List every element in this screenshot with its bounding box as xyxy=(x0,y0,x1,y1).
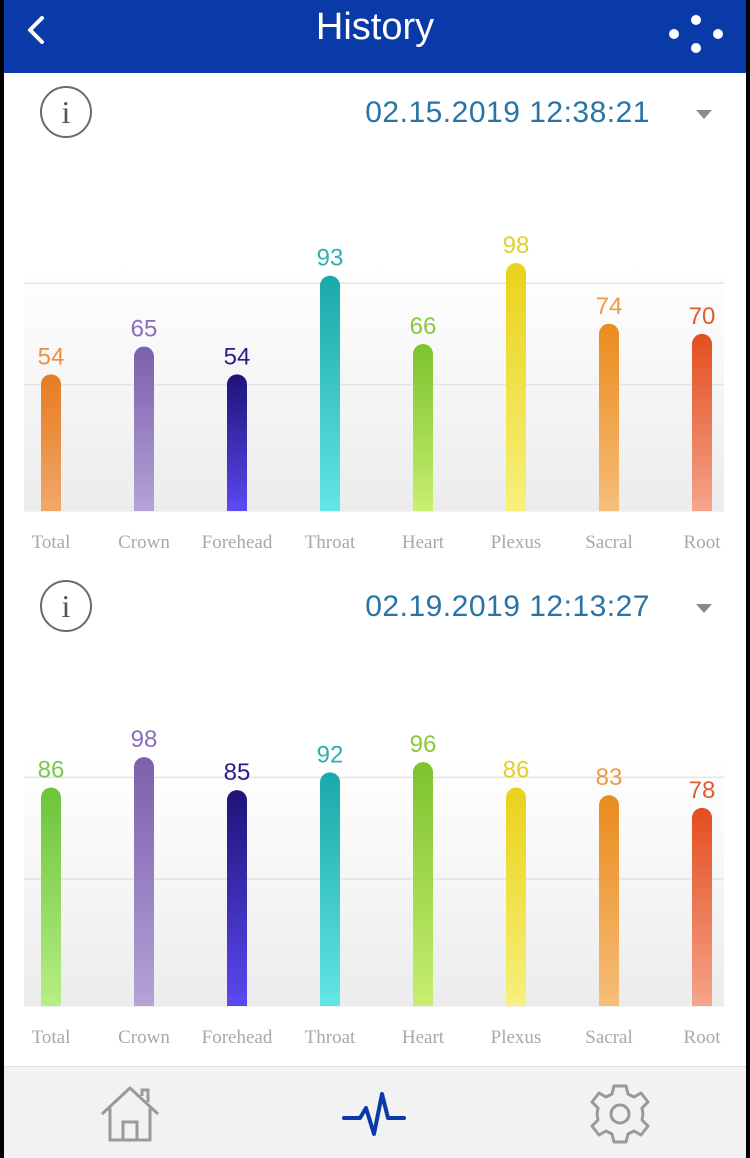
history-screen: History 54 Total 65 Crown 54 Forehead 93 Throat… xyxy=(4,0,746,1158)
category-label: Sacral xyxy=(585,532,632,553)
value-label: 85 xyxy=(224,759,251,786)
category-label: Root xyxy=(684,1027,722,1048)
category-label: Throat xyxy=(305,532,356,553)
bar-heart xyxy=(413,762,433,1006)
value-label: 96 xyxy=(410,731,437,758)
bar-base xyxy=(506,501,526,511)
dots-menu-icon xyxy=(669,15,723,53)
category-label: Heart xyxy=(402,532,445,553)
category-label: Total xyxy=(32,1027,71,1048)
value-label: 54 xyxy=(224,343,251,370)
category-label: Root xyxy=(684,532,722,553)
value-label: 98 xyxy=(131,726,158,753)
info-button[interactable]: i xyxy=(40,86,92,138)
value-label: 83 xyxy=(596,764,623,791)
history-entry: 86 Total 98 Crown 85 Forehead 92 Throat 96 Heart 8… xyxy=(4,572,746,1062)
value-label: 74 xyxy=(596,293,623,320)
bar-crown xyxy=(134,757,154,1006)
info-button[interactable]: i xyxy=(40,580,92,632)
bottom-nav xyxy=(4,1066,746,1158)
nav-history[interactable] xyxy=(338,1079,410,1149)
bar-base xyxy=(413,501,433,511)
bar-base xyxy=(320,501,340,511)
pulse-icon xyxy=(342,1092,406,1136)
value-label: 92 xyxy=(317,741,344,768)
bar-base xyxy=(692,501,712,511)
date-value: 02.15.2019 12:38:21 xyxy=(365,96,650,129)
value-label: 65 xyxy=(131,316,158,343)
chakra-bar-chart: 86 Total 98 Crown 85 Forehead 92 Throat 96 Heart 8… xyxy=(4,572,746,1057)
bar-throat xyxy=(320,275,340,511)
value-label: 86 xyxy=(38,757,65,784)
bar-forehead xyxy=(227,790,247,1006)
bar-total xyxy=(41,787,61,1006)
bar-root xyxy=(692,807,712,1006)
category-label: Crown xyxy=(118,1027,170,1048)
bar-crown xyxy=(134,346,154,511)
bar-total xyxy=(41,374,61,511)
chakra-bar-chart: 54 Total 65 Crown 54 Forehead 93 Throat 66 Heart 9… xyxy=(4,78,746,563)
bar-base xyxy=(413,996,433,1006)
bar-throat xyxy=(320,772,340,1006)
value-label: 70 xyxy=(689,303,716,330)
bar-forehead xyxy=(227,374,247,511)
date-dropdown[interactable]: 02.15.2019 12:38:21 xyxy=(346,90,726,134)
chart-svg: 86 Total 98 Crown 85 Forehead 92 Throat 96 Heart 8… xyxy=(24,726,724,1048)
nav-home[interactable] xyxy=(94,1079,166,1149)
value-label: 86 xyxy=(503,757,530,784)
bar-base xyxy=(227,996,247,1006)
bar-base xyxy=(134,996,154,1006)
bar-plexus xyxy=(506,787,526,1006)
bar-base xyxy=(599,996,619,1006)
bar-sacral xyxy=(599,323,619,511)
nav-settings[interactable] xyxy=(584,1079,656,1149)
category-label: Sacral xyxy=(585,1027,632,1048)
app-header: History xyxy=(4,0,746,73)
category-label: Total xyxy=(32,532,71,553)
category-label: Plexus xyxy=(491,532,542,553)
date-dropdown[interactable]: 02.19.2019 12:13:27 xyxy=(346,584,726,628)
bar-base xyxy=(692,996,712,1006)
dropdown-caret-icon xyxy=(696,110,712,119)
history-entry: 54 Total 65 Crown 54 Forehead 93 Throat 66 Heart 9… xyxy=(4,78,746,563)
category-label: Throat xyxy=(305,1027,356,1048)
category-label: Forehead xyxy=(202,532,273,553)
bar-base xyxy=(41,996,61,1006)
chart-svg: 54 Total 65 Crown 54 Forehead 93 Throat 66 Heart 9… xyxy=(24,232,724,553)
dropdown-caret-icon xyxy=(696,604,712,613)
value-label: 54 xyxy=(38,343,65,370)
gear-icon xyxy=(590,1084,650,1144)
page-title: History xyxy=(315,6,435,48)
bar-base xyxy=(599,501,619,511)
category-label: Forehead xyxy=(202,1027,273,1048)
bar-base xyxy=(320,996,340,1006)
bar-heart xyxy=(413,344,433,511)
bar-base xyxy=(227,501,247,511)
value-label: 98 xyxy=(503,232,530,259)
bar-base xyxy=(506,996,526,1006)
bar-root xyxy=(692,333,712,511)
menu-button[interactable] xyxy=(666,6,726,56)
category-label: Plexus xyxy=(491,1027,542,1048)
value-label: 78 xyxy=(689,777,716,804)
value-label: 66 xyxy=(410,313,437,340)
date-value: 02.19.2019 12:13:27 xyxy=(365,590,650,623)
value-label: 93 xyxy=(317,245,344,272)
bar-sacral xyxy=(599,795,619,1006)
category-label: Crown xyxy=(118,532,170,553)
home-icon xyxy=(100,1086,160,1142)
category-label: Heart xyxy=(402,1027,445,1048)
bar-base xyxy=(134,501,154,511)
bar-plexus xyxy=(506,263,526,511)
info-icon: i xyxy=(61,93,71,130)
info-icon: i xyxy=(61,587,71,624)
bar-base xyxy=(41,501,61,511)
